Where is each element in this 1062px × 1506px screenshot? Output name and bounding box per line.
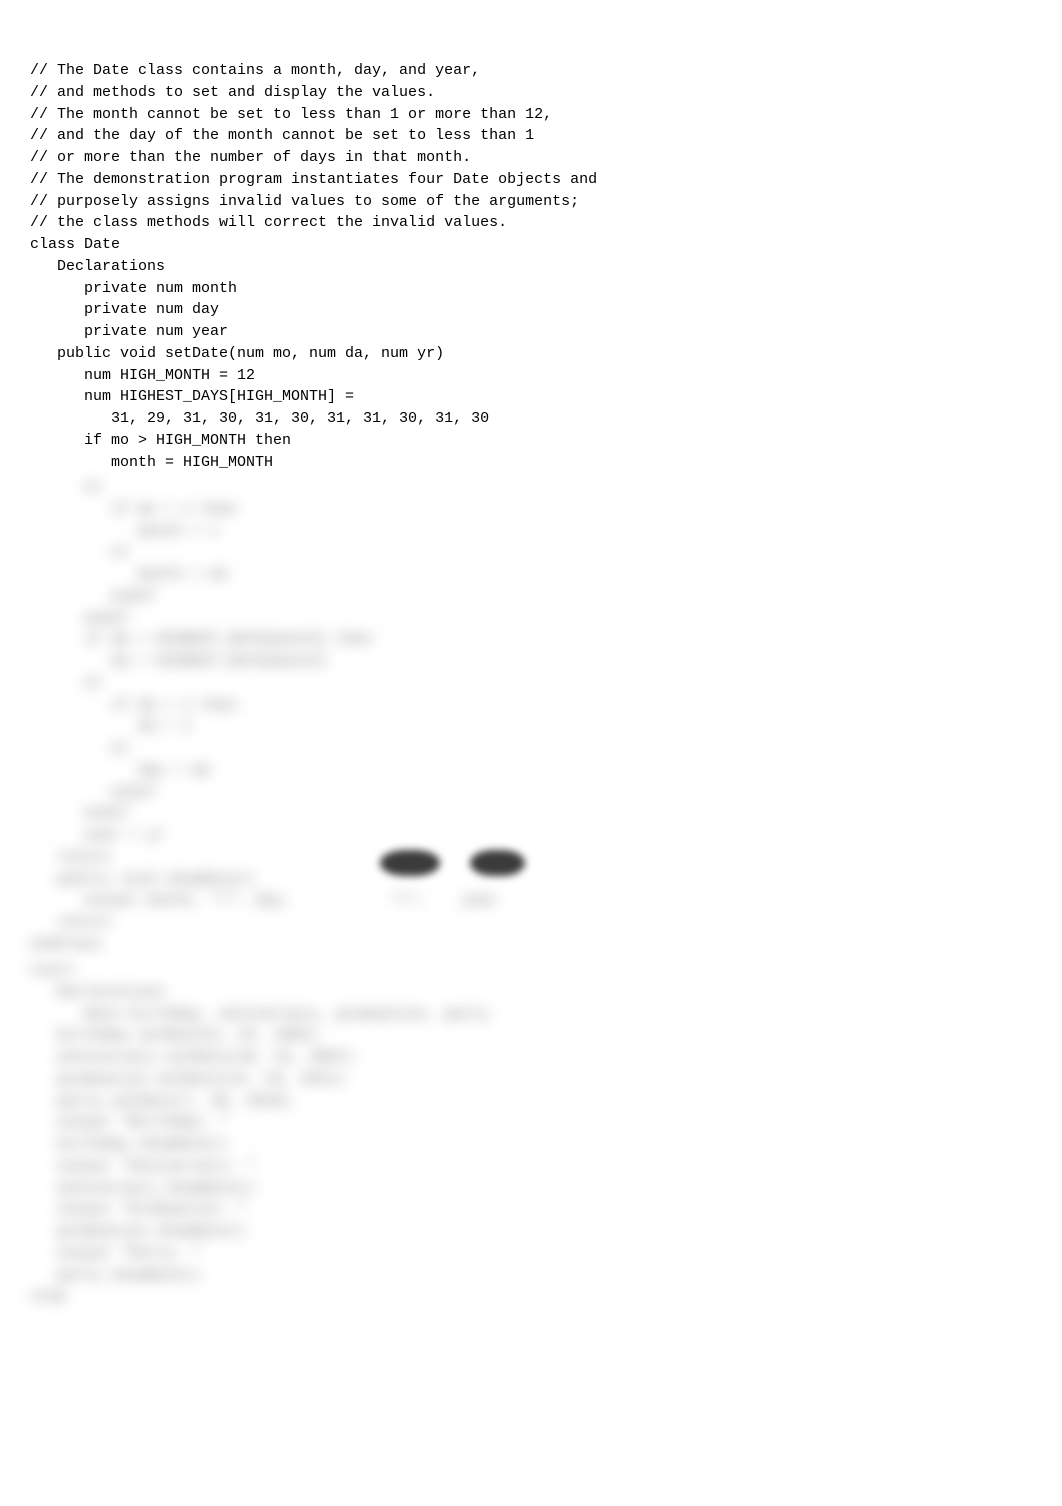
visible-code-block: // The Date class contains a month, day,… (30, 60, 1032, 473)
document-page: // The Date class contains a month, day,… (0, 0, 1062, 1506)
redaction-blob (470, 850, 525, 876)
redaction-blob (380, 850, 440, 876)
blurred-code-region-2: start Declarations Date birthday, annive… (30, 960, 489, 1308)
blurred-code-region-1: el if mo < 1 then month = 1 el month = m… (30, 477, 498, 956)
